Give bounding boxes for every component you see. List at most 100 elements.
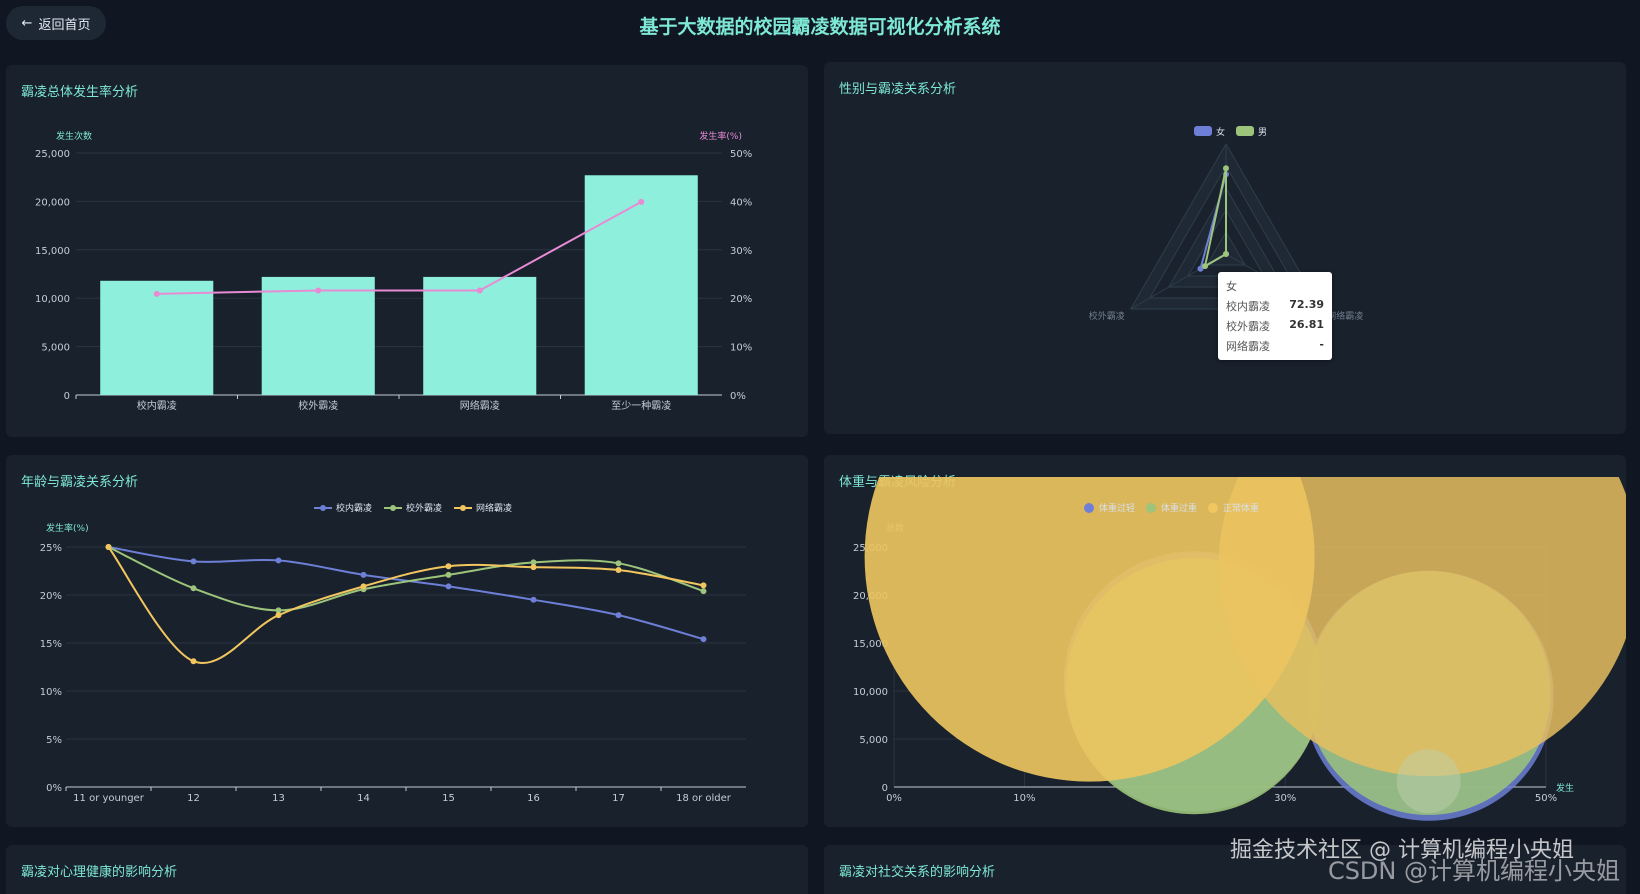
series-point	[360, 583, 367, 590]
y-tick-label: 0%	[46, 783, 62, 794]
panel-gender: 性别与霸凌关系分析 女男校外霸凌 网络霸凌 女 校内霸凌 72.39 校外霸凌 2…	[824, 62, 1626, 434]
series-point	[105, 544, 112, 550]
y-tick-label: 5,000	[859, 735, 888, 746]
y-tick-label: 15%	[40, 639, 62, 650]
radar-point	[1223, 165, 1229, 172]
y2-tick-label: 0%	[730, 391, 746, 402]
rate-point	[315, 287, 322, 294]
bar	[423, 276, 537, 395]
panel-title: 霸凌对社交关系的影响分析	[839, 865, 996, 880]
legend-label: 网络霸凌	[476, 502, 512, 514]
y-axis-name: 发生率(%)	[46, 522, 89, 534]
series-point	[275, 557, 282, 564]
series-point	[190, 558, 197, 565]
legend-marker	[1146, 503, 1156, 513]
series-point	[700, 582, 707, 589]
x-tick-label: 17	[612, 793, 625, 804]
y-tick-label: 25,000	[35, 149, 70, 160]
y-tick-label: 10,000	[35, 294, 70, 305]
y2-axis-name: 发生率(%)	[699, 130, 742, 142]
watermark-csdn: CSDN @计算机编程小央姐	[1327, 857, 1620, 885]
series-point	[700, 588, 707, 595]
x-tick-label: 11 or younger	[73, 793, 145, 804]
x-tick-label: 13	[272, 793, 285, 804]
x-axis-name: 发生	[1556, 782, 1574, 794]
rate-point	[638, 198, 645, 205]
y2-tick-label: 10%	[730, 343, 752, 354]
legend-marker	[1208, 503, 1218, 513]
y-tick-label: 25%	[40, 543, 62, 554]
x-tick-label: 网络霸凌	[460, 399, 500, 412]
panel-mental: 霸凌对心理健康的影响分析	[6, 845, 808, 894]
legend-marker	[390, 505, 396, 511]
x-tick-label: 0%	[886, 793, 902, 804]
series-point	[530, 564, 537, 571]
series-point	[615, 567, 622, 574]
x-tick-label: 至少一种霸凌	[611, 399, 671, 412]
y-tick-label: 15,000	[35, 246, 70, 257]
x-tick-label: 校外霸凌	[298, 399, 338, 412]
x-tick-label: 校内霸凌	[137, 399, 177, 412]
tooltip-label: 校外霸凌	[1226, 320, 1270, 333]
legend-label: 男	[1258, 127, 1267, 138]
bubble	[1396, 749, 1461, 814]
legend-swatch	[1194, 126, 1212, 136]
legend-label: 体重过重	[1161, 502, 1197, 514]
tooltip-title: 女	[1226, 280, 1237, 293]
x-tick-label: 18 or older	[676, 793, 732, 804]
x-tick-label: 16	[527, 793, 540, 804]
series-point	[445, 571, 452, 578]
rate-point	[153, 290, 160, 297]
series-line	[108, 546, 704, 612]
y-tick-label: 0	[64, 391, 70, 402]
y-tick-label: 10,000	[853, 687, 888, 698]
series-point	[615, 560, 622, 567]
rate-point	[476, 287, 483, 294]
tooltip-row: 校外霸凌 26.81	[1226, 318, 1324, 334]
y2-tick-label: 30%	[730, 246, 752, 257]
legend-label: 体重过轻	[1099, 502, 1135, 514]
page-title: 基于大数据的校园霸凌数据可视化分析系统	[639, 16, 1001, 38]
y2-tick-label: 20%	[730, 294, 752, 305]
series-point	[445, 583, 452, 590]
x-tick-label: 10%	[1013, 793, 1035, 804]
tooltip-value: 26.81	[1289, 318, 1324, 331]
legend-swatch	[1236, 126, 1254, 136]
y2-tick-label: 40%	[730, 197, 752, 208]
legend-label: 校外霸凌	[406, 502, 442, 514]
series-point	[530, 596, 537, 603]
bar	[261, 276, 375, 395]
tooltip-value: 72.39	[1289, 298, 1324, 311]
panel-overall: 霸凌总体发生率分析 发生次数 发生率(%) 0 0% 5,000 10% 10,000 20%…	[6, 65, 808, 437]
series-point	[190, 658, 197, 665]
x-tick-label: 15	[442, 793, 455, 804]
x-tick-label: 12	[187, 793, 200, 804]
series-point	[700, 636, 707, 643]
y-tick-label: 5,000	[41, 343, 70, 354]
bar	[100, 280, 214, 395]
y-tick-label: 20,000	[35, 197, 70, 208]
panel-weight: 体重与霸凌风险分析 总数发生05,00010,00015,00020,00025…	[824, 455, 1626, 827]
rate-line	[156, 201, 642, 295]
weight-bubble-chart: 总数发生05,00010,00015,00020,00025,0000%10%3…	[853, 477, 1626, 821]
legend-marker	[1084, 503, 1094, 513]
legend-label: 正常体重	[1223, 502, 1259, 514]
tooltip-row: 网络霸凌 -	[1226, 338, 1324, 354]
series-line	[108, 546, 704, 641]
radar-indicator-label: 网络霸凌	[1327, 310, 1363, 322]
series-point	[360, 571, 367, 578]
bar	[584, 175, 698, 395]
gender-radar-chart: 女 男校外霸凌 网络霸凌	[1089, 126, 1363, 322]
overall-bar-chart: 发生次数 发生率(%) 0 0% 5,000 10% 10,000 20% 15,000 30% 2…	[35, 130, 752, 412]
y-tick-label: 20%	[40, 591, 62, 602]
legend-marker	[320, 505, 326, 511]
age-line-chart: 校内霸凌 校外霸凌 网络霸凌发生率(%) 0% 5% 10% 15% 20% 25% 11 or …	[40, 502, 746, 804]
tooltip-label: 网络霸凌	[1226, 340, 1270, 353]
panel-title: 霸凌对心理健康的影响分析	[21, 865, 178, 880]
y-axis-name: 发生次数	[56, 130, 92, 142]
series-point	[275, 612, 282, 619]
radar-point	[1223, 251, 1229, 257]
tooltip-row: 校内霸凌 72.39	[1226, 298, 1324, 314]
legend-marker	[460, 505, 466, 511]
panel-age: 年龄与霸凌关系分析 校内霸凌 校外霸凌 网络霸凌 发生率(%) 0% 5% 10% 15% 20…	[6, 455, 808, 827]
